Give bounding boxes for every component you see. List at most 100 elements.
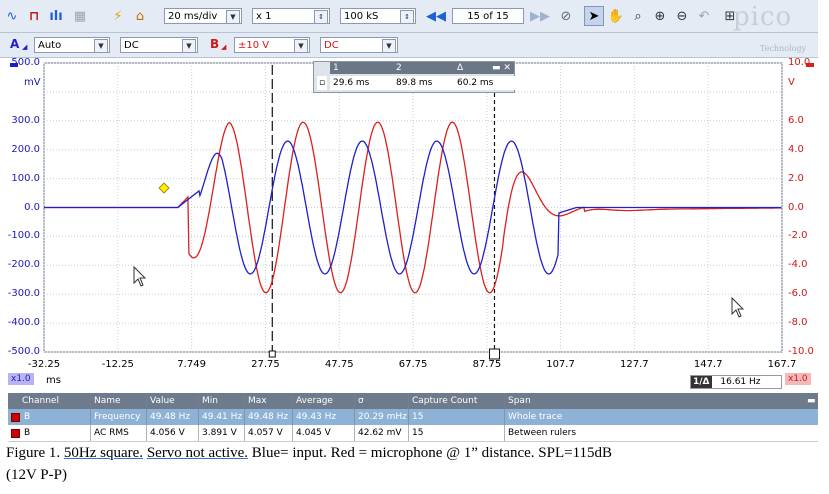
left-tick-label: -200.0: [7, 259, 40, 271]
x-tick-label: 107.7: [546, 359, 575, 370]
frequency-value: 16.61 Hz: [720, 377, 761, 387]
samples-stepper[interactable]: 100 kS ⇕: [340, 8, 416, 24]
column-header[interactable]: Min: [198, 393, 244, 409]
channel-a-range: Auto: [38, 40, 62, 51]
spectrum-mode-icon[interactable]: ılı: [46, 6, 66, 26]
cell-capture-count: 15: [408, 425, 504, 441]
right-tick-label: -8.0: [788, 317, 808, 329]
persistence-mode-icon[interactable]: ⊓: [24, 6, 44, 26]
cell-sigma: 42.62 mV: [354, 425, 408, 441]
left-tick-label: -100.0: [7, 230, 40, 242]
trigger-icon[interactable]: ⚡: [108, 6, 128, 26]
hand-tool-icon[interactable]: ✋: [606, 6, 626, 26]
column-header[interactable]: σ: [354, 393, 408, 409]
channel-a-label: A: [10, 37, 20, 51]
chevron-down-icon: ▼: [226, 10, 240, 24]
zoom-out-icon[interactable]: ⊖: [672, 6, 692, 26]
cell-span: Between rulers: [504, 425, 818, 441]
cell-value: 4.056 V: [146, 425, 198, 441]
table-row[interactable]: B Frequency 49.48 Hz 49.41 Hz 49.48 Hz 4…: [8, 409, 818, 425]
undo-zoom-icon[interactable]: ↶: [694, 6, 714, 26]
channel-a-range-select[interactable]: Auto ▼: [34, 37, 110, 53]
column-header[interactable]: Value: [146, 393, 198, 409]
stepper-icon: ⇕: [314, 10, 328, 24]
right-axis-unit: V: [788, 77, 795, 88]
logo-subtitle: Technology: [760, 44, 807, 53]
left-tick-label: 500.0: [11, 57, 40, 68]
channel-b-range-select[interactable]: ±10 V ▼: [234, 37, 310, 53]
ruler-delta-header: Δ: [454, 62, 491, 74]
cell-average: 4.045 V: [292, 425, 354, 441]
legend-checkbox-icon[interactable]: ▫: [317, 76, 327, 90]
first-buffer-icon[interactable]: ◀◀: [426, 6, 446, 26]
x-tick-label: 127.7: [620, 359, 649, 370]
left-tick-label: -300.0: [7, 288, 40, 300]
column-header[interactable]: Name: [90, 393, 146, 409]
channel-a-zoom-tag[interactable]: x1.0: [8, 373, 34, 385]
signal-generator-icon[interactable]: ▦: [70, 6, 90, 26]
channel-a-coupling-select[interactable]: DC ▼: [120, 37, 198, 53]
column-header[interactable]: Capture Count: [408, 393, 504, 409]
channel-b-options-icon[interactable]: ◢: [221, 43, 226, 51]
buffer-navigator[interactable]: 15 of 15: [452, 8, 524, 24]
chevron-down-icon: ▼: [94, 39, 108, 53]
table-row[interactable]: B AC RMS 4.056 V 3.891 V 4.057 V 4.045 V…: [8, 425, 818, 442]
column-header[interactable]: Max: [244, 393, 292, 409]
cell-channel: B: [24, 412, 31, 422]
ruler-legend[interactable]: 1 2 Δ ▬ ✕ ▫ 29.6 ms 89.8 ms 60.2 ms: [313, 61, 515, 93]
left-axis-unit: mV: [24, 77, 41, 88]
x-tick-label: -12.25: [101, 359, 134, 370]
column-header[interactable]: Channel: [8, 393, 90, 409]
channel-b-coupling-select[interactable]: DC ▼: [320, 37, 398, 53]
x-tick-label: 167.7: [767, 359, 797, 370]
caption-part3: Servo not active.: [146, 445, 249, 461]
last-buffer-icon[interactable]: ▶▶: [530, 6, 550, 26]
right-tick-label: 10.0: [788, 57, 811, 68]
legend-close-icon[interactable]: ▬ ✕: [489, 62, 514, 74]
channel-b-zoom-tag[interactable]: x1.0: [785, 373, 811, 385]
left-tick-label: -400.0: [7, 317, 40, 329]
zoom-stepper[interactable]: x 1 ⇕: [252, 8, 330, 24]
left-tick-label: 0.0: [24, 201, 40, 213]
x-tick-label: 67.75: [398, 359, 428, 370]
right-tick-label: -4.0: [788, 259, 808, 271]
chevron-down-icon: ▼: [182, 39, 196, 53]
chevron-down-icon: ▼: [382, 39, 396, 53]
ruler-handle-1[interactable]: [268, 350, 276, 358]
channel-b-label: B: [210, 37, 220, 51]
home-icon[interactable]: ⌂: [130, 6, 150, 26]
scope-plot[interactable]: [0, 58, 829, 393]
cell-max: 4.057 V: [244, 425, 292, 441]
caption-line2: (12V P-P): [6, 467, 67, 483]
table-header: Channel Name Value Min Max Average σ Cap…: [8, 393, 818, 409]
ruler-delta-value: 60.2 ms: [454, 76, 515, 90]
zoom-region-icon[interactable]: ⌕: [628, 6, 648, 26]
x-tick-label: -32.25: [27, 359, 61, 370]
left-tick-label: 300.0: [11, 114, 40, 126]
left-tick-label: 100.0: [11, 172, 40, 184]
channel-a-options-icon[interactable]: ◢: [22, 43, 27, 51]
column-header[interactable]: Average: [292, 393, 354, 409]
zoom-in-icon[interactable]: ⊕: [650, 6, 670, 26]
cell-capture-count: 15: [408, 409, 504, 425]
main-toolbar: ∿ ⊓ ılı ▦ ⚡ ⌂ 20 ms/div ▼ x 1 ⇕ 100 kS ⇕…: [0, 0, 818, 33]
right-tick-label: 0.0: [788, 201, 804, 213]
collapse-icon[interactable]: ▬: [804, 393, 818, 409]
scope-mode-icon[interactable]: ∿: [2, 6, 22, 26]
timebase-select[interactable]: 20 ms/div ▼: [164, 8, 242, 24]
cell-max: 49.48 Hz: [244, 409, 292, 425]
right-tick-label: 4.0: [788, 143, 804, 155]
x-tick-label: 47.75: [324, 359, 354, 370]
channel-b-coupling: DC: [324, 40, 339, 51]
cell-min: 3.891 V: [198, 425, 244, 441]
ruler-handle-2[interactable]: [488, 348, 500, 360]
x-tick-label: 7.749: [177, 359, 206, 370]
right-tick-label: -2.0: [788, 230, 808, 242]
pointer-tool-icon[interactable]: ➤: [584, 6, 604, 26]
compass-icon[interactable]: ⊘: [556, 6, 576, 26]
column-header[interactable]: Span: [504, 393, 804, 409]
figure-caption: Figure 1. 50Hz square. Servo not active.…: [6, 442, 821, 486]
cell-min: 49.41 Hz: [198, 409, 244, 425]
cell-value: 49.48 Hz: [146, 409, 198, 425]
right-tick-label: 2.0: [788, 172, 804, 184]
